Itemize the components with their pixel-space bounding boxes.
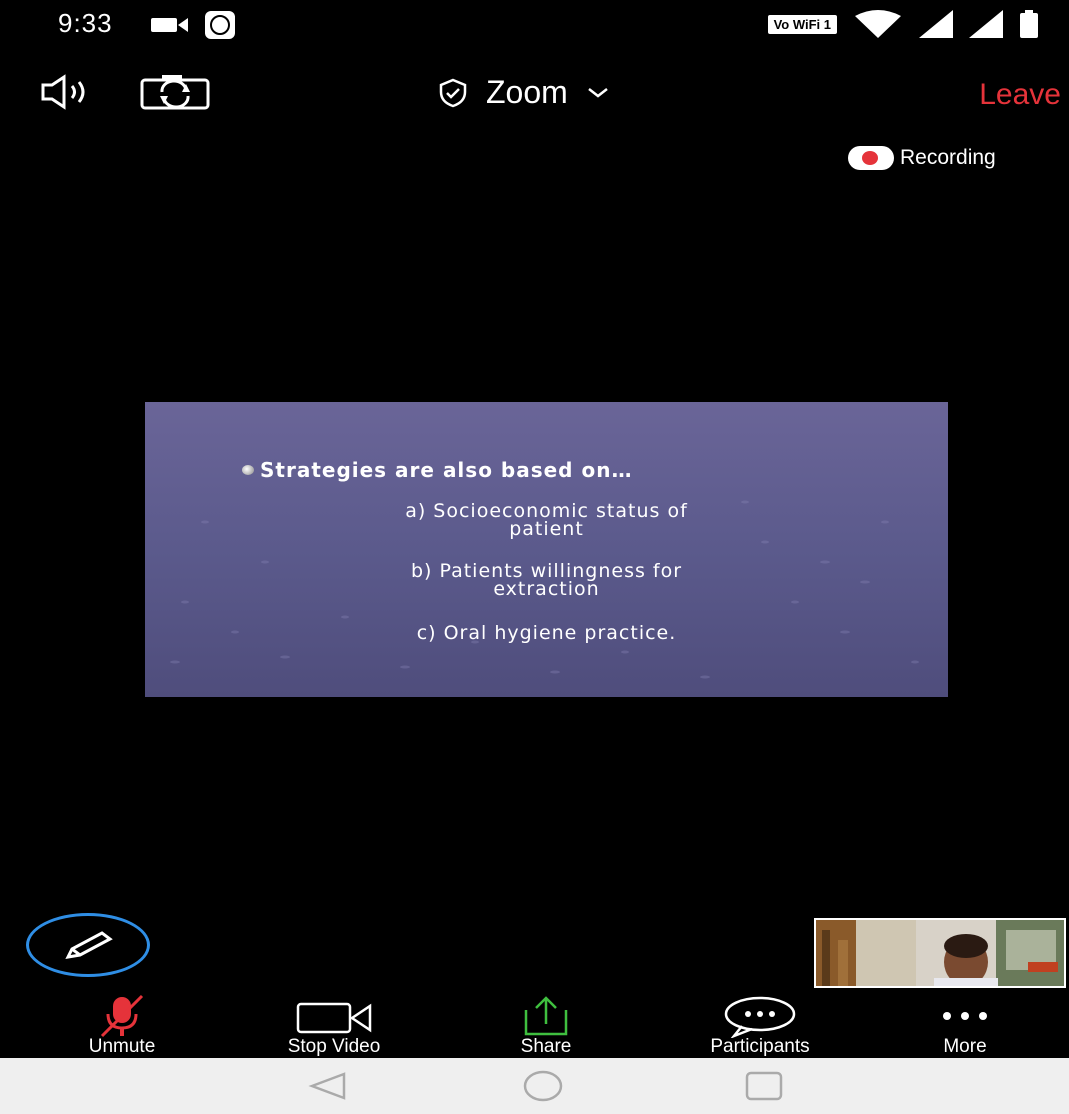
recording-label: Recording	[900, 146, 996, 169]
participants-button[interactable]: Participants	[675, 994, 845, 1058]
record-dot-icon	[848, 146, 894, 170]
recents-square-icon[interactable]	[744, 1070, 784, 1102]
slide-item-b-line2: extraction	[493, 578, 600, 600]
system-navigation-bar	[0, 1058, 1069, 1114]
wifi-icon	[855, 10, 901, 38]
video-camera-icon	[151, 18, 188, 32]
stop-video-label: Stop Video	[287, 1036, 381, 1057]
recording-indicator[interactable]: Recording	[848, 146, 996, 170]
mi-app-icon	[205, 11, 235, 39]
meeting-title[interactable]: Zoom	[438, 74, 610, 111]
vowifi-badge: Vo WiFi 1	[767, 14, 837, 34]
chat-bubble-icon	[724, 996, 796, 1038]
slide-content: Strategies are also based on… a) Socioec…	[145, 402, 948, 697]
more-dots-icon	[943, 1012, 987, 1020]
slide-item-b: b) Patients willingness for extraction	[145, 562, 948, 600]
share-label: Share	[520, 1036, 572, 1057]
status-time: 9:33	[58, 8, 113, 38]
speaker-icon[interactable]	[40, 74, 104, 110]
meeting-toolbar: Zoom Leave	[0, 60, 1069, 120]
status-bar: 9:33 Vo WiFi 1	[0, 0, 1069, 50]
battery-icon	[1020, 10, 1038, 38]
pencil-icon	[65, 931, 113, 959]
home-circle-icon[interactable]	[523, 1070, 563, 1102]
status-left-icons	[150, 10, 236, 40]
switch-camera-icon[interactable]	[140, 74, 210, 110]
meeting-title-label: Zoom	[486, 74, 568, 110]
slide-item-a-line2: patient	[509, 518, 584, 540]
bullet-icon	[242, 465, 254, 475]
more-label: More	[943, 1036, 987, 1057]
annotate-button[interactable]	[26, 913, 150, 977]
share-upload-icon	[524, 996, 568, 1036]
signal-icon-2	[969, 10, 1003, 38]
self-video-thumbnail[interactable]	[814, 918, 1066, 988]
slide-heading: Strategies are also based on…	[242, 458, 632, 482]
slide-item-a: a) Socioeconomic status of patient	[145, 502, 948, 540]
participants-label: Participants	[710, 1036, 810, 1057]
leave-button[interactable]: Leave	[979, 78, 1061, 112]
signal-icon-1	[919, 10, 953, 38]
stop-video-button[interactable]: Stop Video	[249, 994, 419, 1058]
meeting-controls: Unmute Stop Video Share Participants Mor…	[0, 994, 1069, 1058]
status-right-icons: Vo WiFi 1	[767, 10, 1039, 38]
slide-heading-text: Strategies are also based on…	[260, 458, 633, 482]
back-triangle-icon[interactable]	[308, 1070, 348, 1102]
video-feed-image	[816, 920, 1064, 986]
video-camera-icon	[296, 1002, 372, 1034]
slide-item-c-line1: c) Oral hygiene practice.	[416, 622, 677, 644]
muted-mic-icon	[100, 994, 144, 1038]
share-button[interactable]: Share	[461, 994, 631, 1058]
unmute-button[interactable]: Unmute	[37, 994, 207, 1058]
chevron-down-icon	[588, 87, 608, 98]
more-button[interactable]: More	[880, 994, 1050, 1058]
slide-item-c: c) Oral hygiene practice.	[145, 622, 948, 644]
shield-icon	[439, 78, 467, 107]
unmute-label: Unmute	[88, 1036, 156, 1057]
shared-screen-slide: Strategies are also based on… a) Socioec…	[145, 402, 948, 697]
